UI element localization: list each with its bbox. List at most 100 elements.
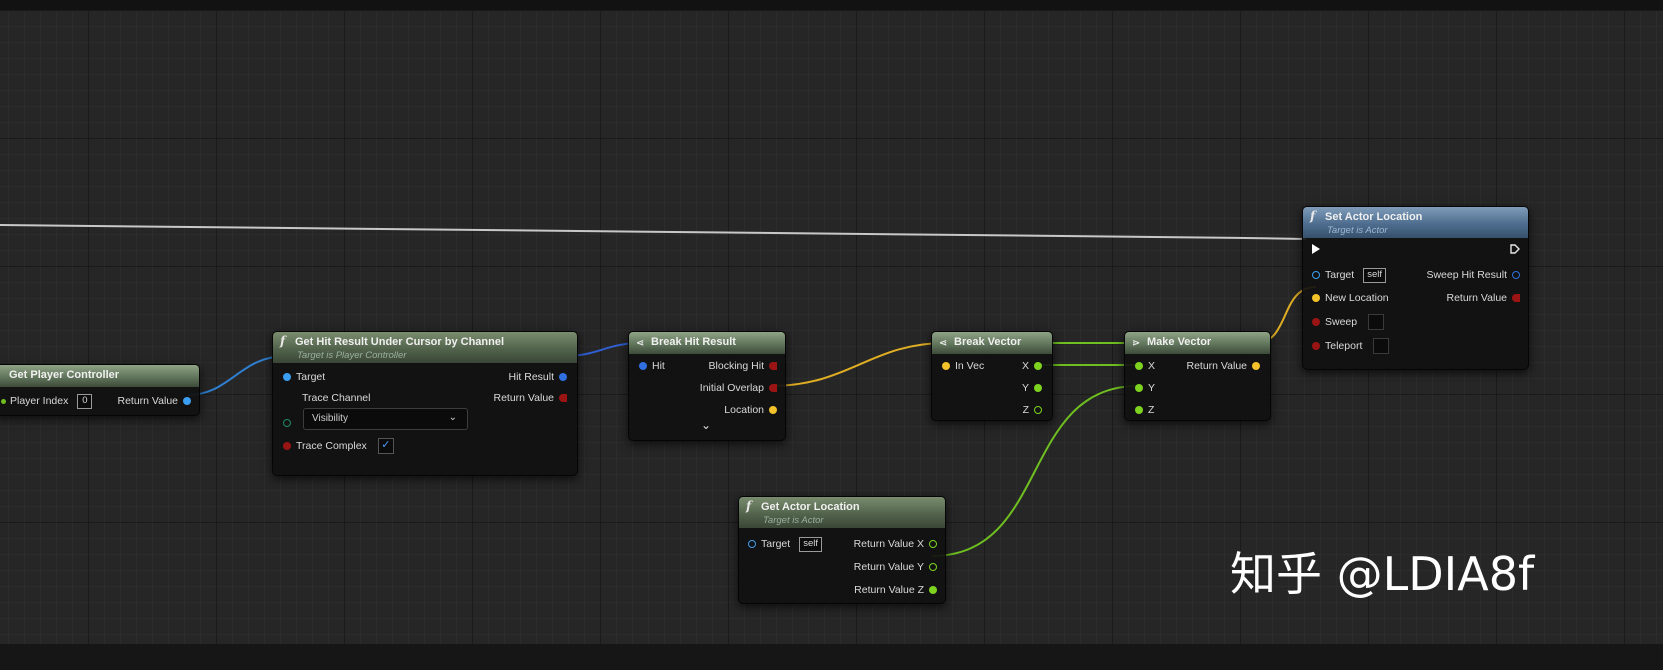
pin-label: Target bbox=[761, 538, 791, 550]
node-header: f Get Actor Location Target is Actor bbox=[739, 497, 945, 528]
in-vec-pin[interactable] bbox=[942, 362, 950, 370]
target-pin[interactable] bbox=[1312, 271, 1320, 279]
initial-overlap-pin[interactable] bbox=[769, 384, 777, 392]
node-break-hit-result[interactable]: ⋖ Break Hit Result Hit Blocking Hit Init… bbox=[628, 331, 786, 441]
trace-channel-dropdown[interactable]: Visibility ⌄ bbox=[303, 408, 468, 430]
bottom-bar bbox=[0, 644, 1663, 670]
trace-complex-pin[interactable] bbox=[283, 442, 291, 450]
pin-row-return-x: Return Value X bbox=[849, 536, 937, 552]
pin-row-player-index: Player Index 0 bbox=[1, 393, 93, 409]
node-header: ⋖ Break Hit Result bbox=[629, 332, 785, 354]
z-out-pin[interactable] bbox=[1034, 406, 1042, 414]
make-struct-icon: ⋗ bbox=[1132, 338, 1141, 349]
exec-wire[interactable] bbox=[0, 224, 1307, 240]
pin-row-target: Target bbox=[283, 369, 330, 385]
pin-label: Sweep Hit Result bbox=[1426, 269, 1507, 281]
target-self-field[interactable]: self bbox=[1363, 267, 1386, 283]
pin-row-in-vec: In Vec bbox=[942, 358, 989, 374]
pin-row-initial-overlap: Initial Overlap bbox=[695, 380, 777, 396]
blocking-hit-pin[interactable] bbox=[769, 362, 777, 370]
location-pin[interactable] bbox=[769, 406, 777, 414]
wire-location-to-in-vec[interactable] bbox=[769, 342, 947, 387]
pin-row-y: Y bbox=[1017, 380, 1042, 396]
pin-row-sweep: Sweep bbox=[1312, 314, 1385, 330]
node-make-vector[interactable]: ⋗ Make Vector X Return Value Y Z bbox=[1124, 331, 1271, 421]
trace-channel-pin[interactable] bbox=[283, 419, 291, 427]
pin-label: Y bbox=[1021, 382, 1029, 394]
pin-label: Teleport bbox=[1325, 340, 1363, 352]
pin-label: Target bbox=[296, 371, 326, 383]
return-value-pin[interactable] bbox=[183, 397, 191, 405]
pin-row-hit-result: Hit Result bbox=[503, 369, 567, 385]
watermark-text: 知乎 @LDIA8f bbox=[1230, 547, 1535, 601]
z-in-pin[interactable] bbox=[1135, 406, 1143, 414]
pin-row-new-location: New Location bbox=[1312, 290, 1394, 306]
return-y-pin[interactable] bbox=[929, 563, 937, 571]
teleport-checkbox[interactable] bbox=[1373, 338, 1390, 354]
hit-result-pin[interactable] bbox=[559, 373, 567, 381]
pin-label: Sweep bbox=[1325, 316, 1358, 328]
node-header: f Get Hit Result Under Cursor by Channel… bbox=[273, 332, 577, 363]
node-title: Set Actor Location bbox=[1325, 211, 1423, 223]
target-self-field[interactable]: self bbox=[799, 536, 822, 552]
pin-label: Z bbox=[1148, 404, 1155, 416]
pin-row-return-z: Return Value Z bbox=[849, 582, 937, 598]
pin-label: Return Value bbox=[1446, 292, 1507, 304]
pin-label: Hit Result bbox=[508, 371, 554, 383]
node-title: Get Actor Location bbox=[761, 501, 860, 513]
return-x-pin[interactable] bbox=[929, 540, 937, 548]
sweep-checkbox[interactable] bbox=[1368, 314, 1385, 330]
pin-label: Y bbox=[1148, 382, 1156, 394]
node-set-actor-location[interactable]: f Set Actor Location Target is Actor Tar… bbox=[1302, 206, 1529, 370]
chevron-down-icon: ⌄ bbox=[448, 412, 457, 423]
node-title: Break Hit Result bbox=[651, 336, 736, 348]
node-get-player-controller[interactable]: Get Player Controller Player Index 0 Ret… bbox=[0, 364, 200, 416]
break-struct-icon: ⋖ bbox=[939, 338, 948, 349]
sweep-pin[interactable] bbox=[1312, 318, 1320, 326]
target-pin[interactable] bbox=[748, 540, 756, 548]
sweep-hit-result-pin[interactable] bbox=[1512, 271, 1520, 279]
return-value-pin[interactable] bbox=[1512, 294, 1520, 302]
node-subtitle: Target is Actor bbox=[763, 515, 824, 526]
pin-label: Player Index bbox=[10, 395, 69, 407]
exec-out-pin[interactable] bbox=[1510, 244, 1520, 254]
node-header: Get Player Controller bbox=[0, 365, 199, 387]
node-break-vector[interactable]: ⋖ Break Vector In Vec X Y Z bbox=[931, 331, 1053, 421]
pin-label: In Vec bbox=[955, 360, 985, 372]
node-title: Get Player Controller bbox=[9, 369, 120, 381]
hit-pin[interactable] bbox=[639, 362, 647, 370]
node-get-hit-result-under-cursor[interactable]: f Get Hit Result Under Cursor by Channel… bbox=[272, 331, 578, 476]
x-out-pin[interactable] bbox=[1034, 362, 1042, 370]
pin-row-return-value: Return Value bbox=[1441, 290, 1520, 306]
teleport-pin[interactable] bbox=[1312, 342, 1320, 350]
pin-row-trace-complex: Trace Complex ✓ bbox=[283, 438, 394, 454]
x-in-pin[interactable] bbox=[1135, 362, 1143, 370]
target-pin[interactable] bbox=[283, 373, 291, 381]
return-value-pin[interactable] bbox=[559, 394, 567, 402]
player-index-input[interactable]: 0 bbox=[77, 393, 93, 409]
node-title: Break Vector bbox=[954, 336, 1022, 348]
node-subtitle: Target is Player Controller bbox=[297, 350, 407, 361]
pin-label: Trace Channel bbox=[302, 392, 371, 404]
return-value-pin[interactable] bbox=[1252, 362, 1260, 370]
y-in-pin[interactable] bbox=[1135, 384, 1143, 392]
y-out-pin[interactable] bbox=[1034, 384, 1042, 392]
exec-in-pin[interactable] bbox=[1312, 244, 1320, 254]
node-get-actor-location[interactable]: f Get Actor Location Target is Actor Tar… bbox=[738, 496, 946, 604]
pin-row-return-value: Return Value bbox=[1181, 358, 1260, 374]
pin-label: Return Value bbox=[493, 392, 554, 404]
pin-label: Blocking Hit bbox=[708, 360, 764, 372]
return-z-pin[interactable] bbox=[929, 586, 937, 594]
trace-complex-checkbox[interactable]: ✓ bbox=[377, 438, 394, 454]
pin-row-return-value: Return Value bbox=[488, 390, 567, 406]
expand-chevron-icon[interactable]: ⌄ bbox=[701, 418, 711, 432]
pin-label: New Location bbox=[1325, 292, 1389, 304]
player-index-pin[interactable] bbox=[1, 398, 6, 404]
function-icon: f bbox=[746, 499, 752, 513]
pin-row-blocking-hit: Blocking Hit bbox=[704, 358, 777, 374]
pin-row-teleport: Teleport bbox=[1312, 338, 1390, 354]
function-icon: f bbox=[1310, 209, 1316, 223]
new-location-pin[interactable] bbox=[1312, 294, 1320, 302]
node-title: Get Hit Result Under Cursor by Channel bbox=[295, 336, 505, 348]
pin-label: Return Value X bbox=[853, 538, 924, 550]
